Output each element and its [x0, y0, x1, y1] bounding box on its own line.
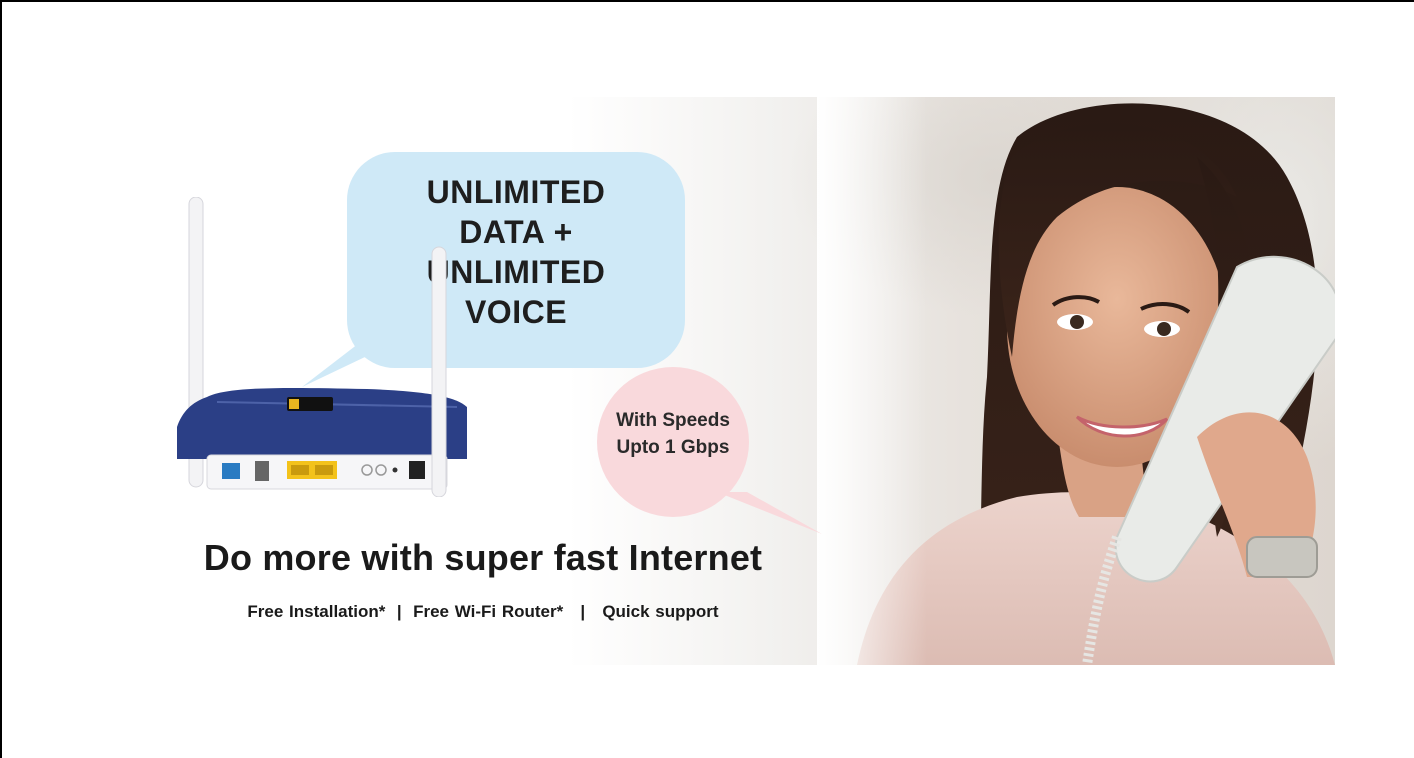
feature-installation: Free Installation*: [247, 602, 386, 621]
feature-router: Free Wi-Fi Router*: [413, 602, 564, 621]
woman-on-phone-image: [817, 97, 1335, 665]
headline: Do more with super fast Internet: [203, 537, 763, 578]
feature-list: Free Installation* | Free Wi-Fi Router* …: [163, 602, 803, 622]
wifi-router-icon: [177, 197, 467, 497]
speed-line-1: With Speeds: [616, 410, 730, 431]
speed-bubble-tail: [717, 492, 822, 534]
feature-support: Quick support: [602, 602, 719, 621]
speed-bubble-text: With Speeds Upto 1 Gbps: [597, 407, 749, 461]
promo-banner: UNLIMITED DATA + UNLIMITED VOICE With Sp…: [97, 97, 1335, 665]
speed-line-2: Upto 1 Gbps: [616, 437, 730, 458]
